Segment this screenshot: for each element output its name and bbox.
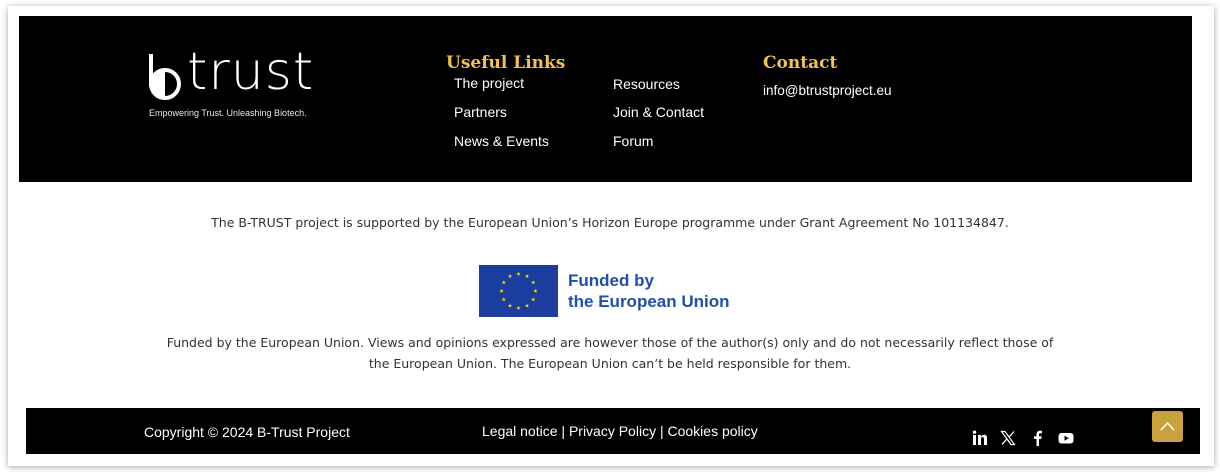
link-news-events[interactable]: News & Events [454, 133, 549, 149]
privacy-policy-link[interactable]: Privacy Policy [569, 423, 656, 439]
funded-by-eu-label: Funded by the European Union [568, 270, 730, 312]
grant-support-text: The B-TRUST project is supported by the … [211, 215, 1009, 230]
useful-links-heading: Useful Links [446, 53, 566, 73]
link-join-contact[interactable]: Join & Contact [613, 104, 704, 120]
funded-by-line2: the European Union [568, 292, 730, 311]
link-forum[interactable]: Forum [613, 133, 653, 149]
eu-star [501, 280, 506, 285]
cookies-policy-link[interactable]: Cookies policy [668, 423, 758, 439]
contact-email-link[interactable]: info@btrustproject.eu [763, 83, 892, 98]
legal-separator-2: | [659, 423, 664, 439]
legal-separator-1: | [561, 423, 566, 439]
eu-flag-icon [479, 265, 558, 317]
x-icon[interactable] [1000, 430, 1016, 446]
eu-star [533, 288, 538, 293]
footer-top: trust Empowering Trust. Unleashing Biote… [19, 16, 1192, 182]
eu-star [507, 274, 513, 279]
legal-notice-link[interactable]: Legal notice [482, 423, 558, 439]
youtube-icon[interactable] [1058, 430, 1074, 446]
logo-wordmark: trust [187, 42, 315, 102]
linkedin-icon[interactable] [972, 430, 988, 446]
disclaimer-line2: the European Union. The European Union c… [368, 356, 852, 371]
copyright-text: Copyright © 2024 B-Trust Project [144, 424, 350, 440]
eu-stars [499, 271, 538, 310]
eu-star [501, 297, 506, 302]
eu-star [531, 297, 536, 302]
legal-links: Legal notice | Privacy Policy | Cookies … [482, 423, 758, 439]
eu-star [507, 303, 513, 308]
eu-star [499, 288, 504, 293]
eu-star [524, 274, 530, 279]
eu-star [524, 303, 530, 308]
disclaimer-line1: Funded by the European Union. Views and … [166, 335, 1054, 350]
logo-b-icon [149, 54, 181, 100]
footer-bottom-bar: Copyright © 2024 B-Trust Project Legal n… [26, 408, 1200, 454]
chevron-up-icon [1160, 421, 1175, 431]
logo-tagline: Empowering Trust. Unleashing Biotech. [149, 108, 307, 118]
contact-heading: Contact [763, 53, 838, 73]
link-partners[interactable]: Partners [454, 104, 507, 120]
link-resources[interactable]: Resources [613, 76, 680, 92]
scroll-to-top-button[interactable] [1152, 411, 1183, 442]
eu-star [516, 271, 521, 276]
facebook-icon[interactable] [1030, 430, 1046, 446]
funded-by-line1: Funded by [568, 271, 654, 290]
eu-disclaimer: Funded by the European Union. Views and … [0, 332, 1220, 374]
eu-star [531, 280, 536, 285]
eu-star [516, 305, 521, 310]
btrust-logo[interactable]: trust Empowering Trust. Unleashing Biote… [147, 42, 327, 118]
link-the-project[interactable]: The project [454, 75, 524, 91]
